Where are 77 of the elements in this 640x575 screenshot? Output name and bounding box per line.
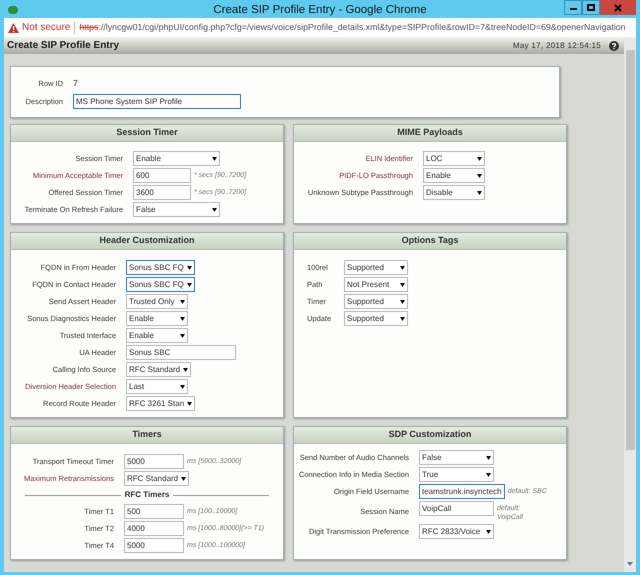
field-value: 7 <box>73 76 78 90</box>
caret-icon <box>400 282 405 286</box>
minimize-icon <box>570 8 576 10</box>
section-divider-title: RFC Timers <box>124 489 170 501</box>
app-logo-icon <box>8 6 18 14</box>
caret-icon <box>400 316 405 320</box>
dropdown[interactable]: RFC Standard <box>124 471 190 486</box>
scroll-down-arrow-icon[interactable] <box>627 562 633 566</box>
input-field[interactable]: 500 <box>124 504 184 519</box>
caret-icon <box>400 300 405 304</box>
dropdown[interactable]: Trusted Only <box>126 294 188 309</box>
dropdown[interactable]: Enable <box>423 168 485 183</box>
panel-title: Options Tags <box>402 234 458 248</box>
caret-icon <box>477 156 482 160</box>
caret-icon <box>477 174 482 178</box>
panel-title: SDP Customization <box>388 428 472 442</box>
security-status[interactable]: Not secure <box>22 20 70 35</box>
caret-icon <box>486 472 491 476</box>
caret-icon <box>486 456 491 460</box>
caret-icon <box>180 334 185 338</box>
timestamp: May 17, 2018 12:54:15 <box>512 40 601 52</box>
caret-icon <box>486 530 491 534</box>
caret-icon <box>180 300 185 304</box>
input-field[interactable]: Sonus SBC <box>126 345 236 360</box>
dropdown[interactable]: Enable <box>126 328 188 343</box>
dropdown[interactable]: Enable <box>133 151 220 166</box>
dropdown[interactable]: False <box>419 450 494 465</box>
dropdown[interactable]: Sonus SBC FQ <box>126 277 195 292</box>
close-button[interactable] <box>600 0 636 15</box>
panel-title: Session Timer <box>116 126 178 140</box>
page-title: Create SIP Profile Entry <box>7 39 120 53</box>
dropdown[interactable]: Sonus SBC FQ <box>126 260 195 275</box>
minimize-button[interactable] <box>564 0 582 15</box>
dropdown[interactable]: Last <box>126 379 188 394</box>
panel-title: Timers <box>132 428 162 442</box>
window-title: Create SIP Profile Entry - Google Chrome <box>213 4 427 16</box>
dropdown[interactable]: RFC 3261 Stan <box>126 396 196 411</box>
input-field[interactable]: 5000 <box>124 454 184 469</box>
close-icon <box>614 4 622 12</box>
dropdown[interactable]: Enable <box>126 311 188 326</box>
input-field[interactable]: teamstrunk.insynctech <box>419 484 505 499</box>
panel-title: Header Customization <box>99 234 194 248</box>
maximize-button[interactable] <box>582 0 600 15</box>
caret-icon <box>212 156 217 160</box>
dropdown[interactable]: True <box>419 467 494 482</box>
dropdown[interactable]: LOC <box>423 151 485 166</box>
url-scheme: https <box>79 20 98 34</box>
caret-icon <box>186 266 192 270</box>
dropdown[interactable]: Disable <box>423 185 485 200</box>
maximize-icon <box>587 4 595 11</box>
dropdown[interactable]: RFC 2833/Voice <box>419 524 494 539</box>
caret-icon <box>477 190 482 194</box>
url-text[interactable]: ://lyncgw01/cgi/phpUI/config.php?cfg=/views/voice/sipProfile_details.xml&type=SIPProfile&rowID=7&treeNodeID=69&openerNavigation <box>98 20 626 34</box>
dropdown[interactable]: Supported <box>344 294 408 309</box>
dropdown[interactable]: Supported <box>344 260 408 275</box>
input-field[interactable]: 4000 <box>124 521 184 536</box>
dropdown[interactable]: RFC Standard <box>126 362 192 377</box>
caret-icon <box>187 402 192 406</box>
help-icon[interactable] <box>609 40 619 50</box>
dropdown[interactable]: False <box>133 202 220 217</box>
caret-icon <box>186 282 192 286</box>
dropdown[interactable]: Supported <box>344 311 408 326</box>
caret-icon <box>181 476 186 480</box>
caret-icon <box>400 266 405 270</box>
input-field[interactable]: 3600 <box>133 185 191 200</box>
caret-icon <box>180 384 185 388</box>
caret-icon <box>180 316 185 320</box>
panel-title: MIME Payloads <box>397 126 463 140</box>
dropdown[interactable]: Not Present <box>344 277 408 292</box>
input-field[interactable]: MS Phone System SIP Profile <box>73 94 241 108</box>
input-field[interactable]: VoipCall <box>419 501 494 516</box>
warning-icon <box>8 22 19 32</box>
input-field[interactable]: 5000 <box>124 538 184 553</box>
scrollbar[interactable] <box>624 37 636 572</box>
input-field[interactable]: 600 <box>133 168 191 183</box>
caret-icon <box>183 368 188 372</box>
caret-icon <box>212 208 217 212</box>
